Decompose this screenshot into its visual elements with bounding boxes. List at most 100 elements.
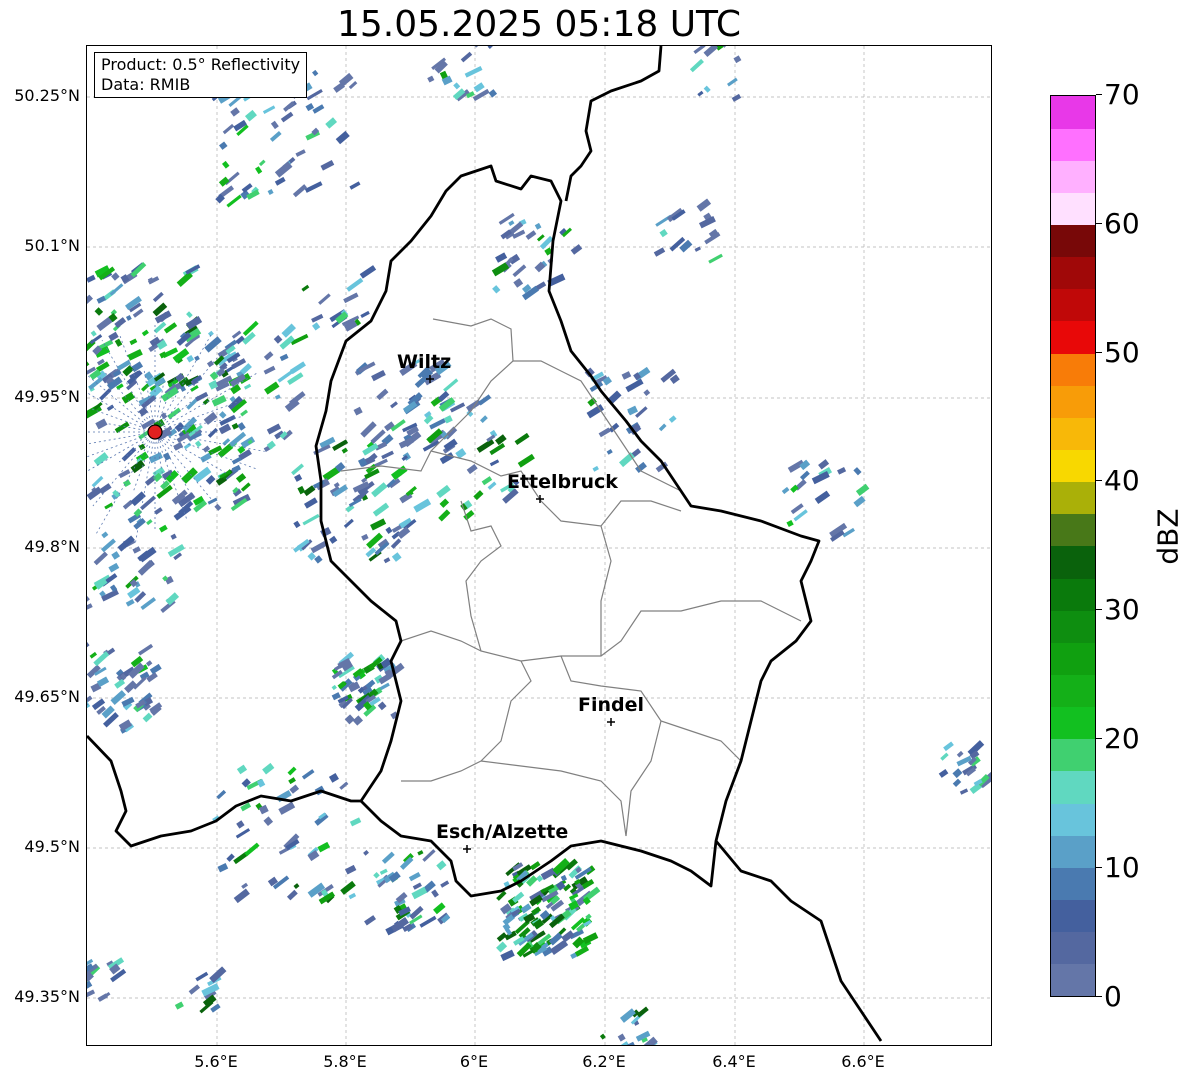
radar-echo xyxy=(89,334,103,345)
lat-tick-50-25: 50.25°N xyxy=(14,86,80,105)
radar-echo xyxy=(341,447,348,454)
radar-echo xyxy=(381,851,395,864)
radar-echo xyxy=(269,130,282,142)
radar-echo xyxy=(142,712,153,723)
colorbar-segment xyxy=(1051,449,1095,483)
colorbar-segment xyxy=(1051,288,1095,322)
radar-echo xyxy=(130,491,146,507)
colorbar-tickmark xyxy=(1096,867,1102,868)
radar-echo xyxy=(274,394,281,400)
radar-echo xyxy=(436,484,451,499)
radar-echo xyxy=(95,418,108,430)
radar-echo xyxy=(317,841,331,853)
colorbar-tickmark xyxy=(1096,480,1102,481)
radar-echo xyxy=(183,442,192,450)
radar-echo xyxy=(348,80,358,90)
colorbar-tick-20: 20 xyxy=(1104,722,1140,755)
colorbar-segment xyxy=(1051,610,1095,643)
radar-echo xyxy=(87,700,91,714)
radar-echo xyxy=(708,253,723,264)
radar-echo xyxy=(628,1045,635,1046)
colorbar-segment xyxy=(1051,706,1095,740)
radar-echo xyxy=(329,535,338,544)
colorbar-segment xyxy=(1051,513,1095,547)
radar-echo xyxy=(108,562,120,573)
radar-echo xyxy=(262,762,275,775)
radar-echo xyxy=(207,427,218,438)
radar-echo xyxy=(186,354,195,363)
colorbar-segment xyxy=(1051,321,1095,354)
colorbar-tick-40: 40 xyxy=(1104,464,1140,497)
radar-echo xyxy=(301,769,315,780)
radar-echo xyxy=(222,160,230,169)
district-boundary xyxy=(625,720,662,837)
radar-echo xyxy=(114,338,123,347)
radar-echo xyxy=(385,526,393,534)
radar-echo xyxy=(205,475,216,485)
radar-map[interactable] xyxy=(86,45,992,1046)
radar-echo xyxy=(194,440,202,448)
radar-echo xyxy=(478,394,492,406)
radar-echo xyxy=(460,51,473,63)
radar-echo xyxy=(89,651,98,659)
radar-echo xyxy=(492,285,501,294)
radar-echo xyxy=(218,176,230,187)
radar-echo xyxy=(496,932,508,942)
radar-echo xyxy=(195,971,209,982)
radar-echo xyxy=(417,850,424,856)
radar-echo xyxy=(160,412,168,420)
radar-echo xyxy=(377,701,387,711)
radar-echo xyxy=(141,329,149,337)
radar-echo xyxy=(349,817,362,827)
radar-echo xyxy=(853,467,862,476)
radar-echo xyxy=(293,520,301,529)
radar-echo xyxy=(121,391,135,404)
colorbar-segment xyxy=(1051,578,1095,611)
colorbar-label: dBZ xyxy=(1151,508,1184,565)
radar-echo xyxy=(263,351,274,361)
radar-echo xyxy=(274,176,286,186)
radar-echo xyxy=(118,469,131,479)
radar-echo xyxy=(703,85,711,93)
radar-echo xyxy=(534,222,542,230)
radar-echo xyxy=(236,764,248,775)
city-label-esch-alzette: Esch/Alzette xyxy=(436,821,569,843)
radar-spoke xyxy=(134,431,156,544)
radar-echo xyxy=(411,886,428,900)
lat-tick-49-95: 49.95°N xyxy=(14,387,80,406)
radar-echo xyxy=(508,220,515,226)
lat-tick-49-8: 49.8°N xyxy=(24,537,80,556)
chart-title: 15.05.2025 05:18 UTC xyxy=(336,4,742,45)
radar-echo xyxy=(373,872,380,879)
radar-echo xyxy=(433,902,446,915)
radar-echo xyxy=(244,842,260,857)
radar-echo xyxy=(106,404,115,411)
radar-echo xyxy=(87,361,90,370)
radar-echo xyxy=(211,395,227,407)
radar-echo xyxy=(218,411,227,419)
colorbar-segment xyxy=(1051,192,1095,226)
radar-echo xyxy=(287,766,297,776)
radar-echo xyxy=(413,498,432,513)
radar-echo xyxy=(855,483,870,497)
radar-spoke xyxy=(92,431,156,507)
radar-echo xyxy=(431,889,439,898)
colorbar-tick-60: 60 xyxy=(1104,207,1140,240)
colorbar-segment xyxy=(1051,224,1095,258)
radar-echo xyxy=(619,452,635,468)
colorbar-tick-50: 50 xyxy=(1104,336,1140,369)
radar-echo xyxy=(87,603,93,610)
radar-echo xyxy=(292,184,308,198)
radar-echo xyxy=(408,871,421,882)
radar-map-canvas xyxy=(87,46,991,1046)
colorbar-segment xyxy=(1051,931,1095,965)
colorbar-segment xyxy=(1051,803,1095,836)
lon-tick-6-6: 6.6°E xyxy=(841,1052,885,1071)
colorbar-segment xyxy=(1051,481,1095,515)
radar-echo xyxy=(111,272,120,281)
radar-echo xyxy=(422,849,436,862)
lon-tick-5-8: 5.8°E xyxy=(323,1052,367,1071)
radar-echo xyxy=(512,264,527,278)
radar-echo xyxy=(466,464,478,475)
radar-echo xyxy=(137,560,154,576)
